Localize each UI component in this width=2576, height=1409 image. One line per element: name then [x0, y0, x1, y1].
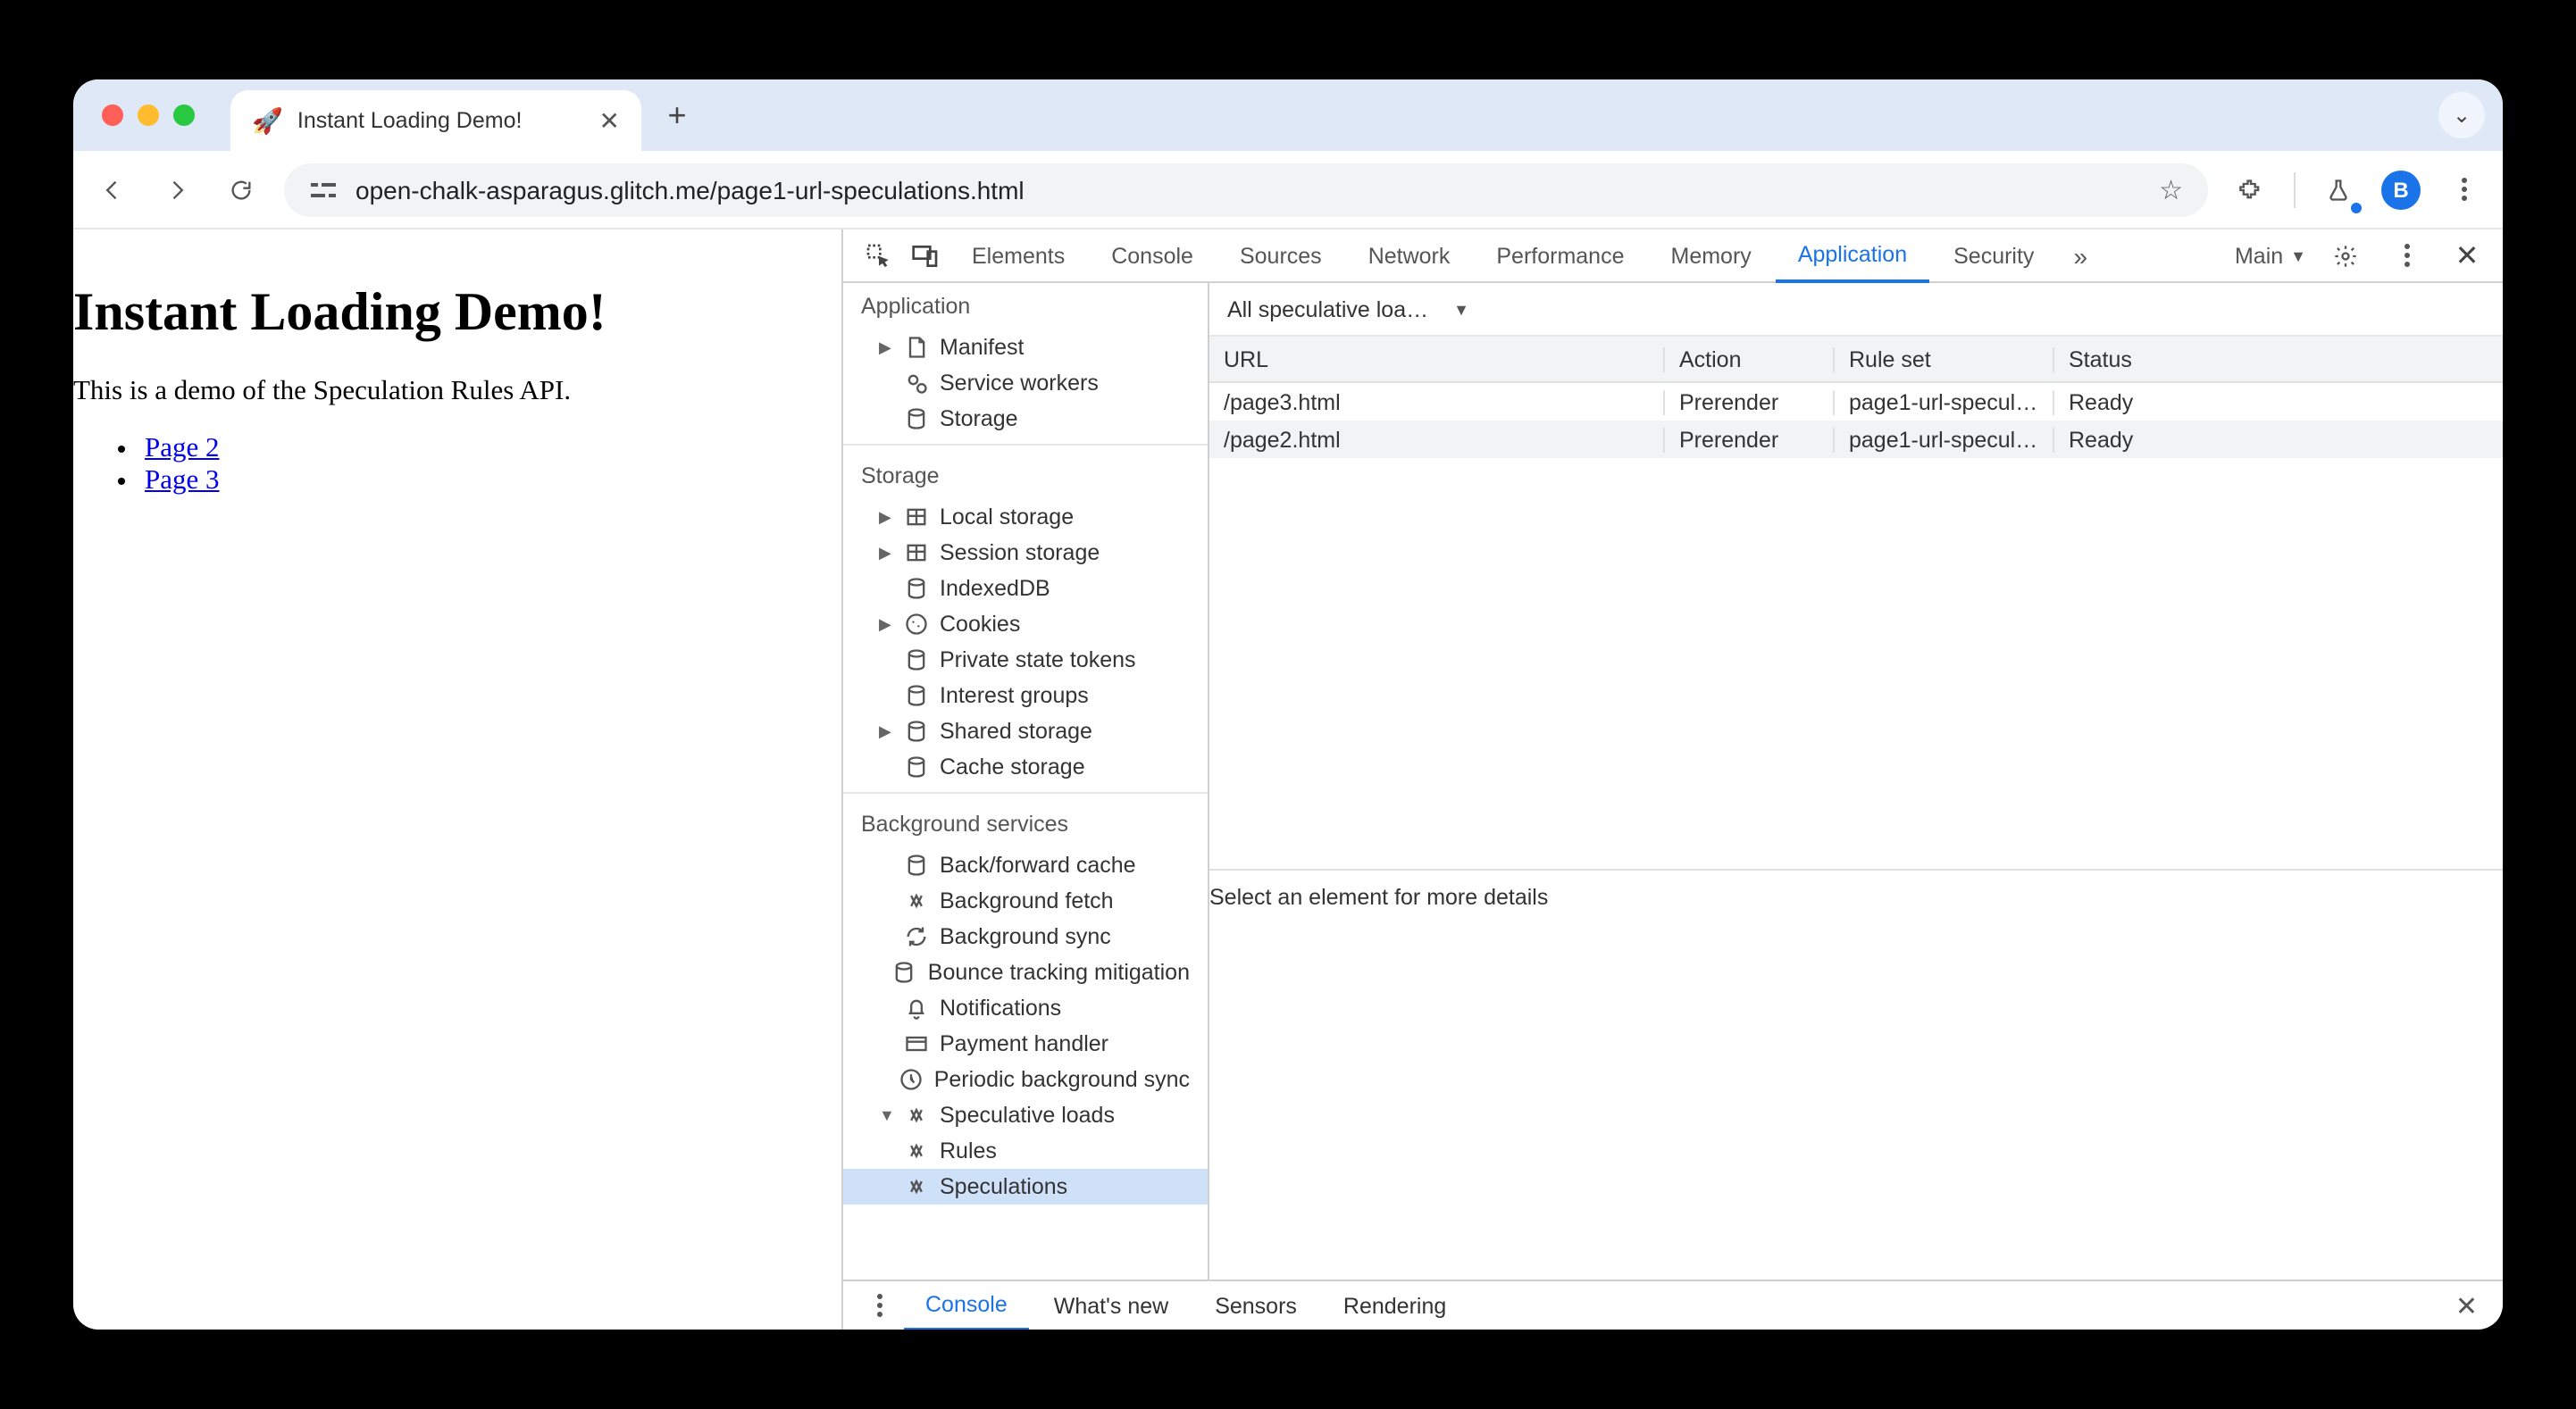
sidebar-item-notifications[interactable]: Notifications: [843, 990, 1208, 1026]
speculations-toolbar: All speculative loa… ▼: [1209, 283, 2503, 337]
sidebar-item-cache-storage[interactable]: Cache storage: [843, 749, 1208, 785]
target-selector[interactable]: Main ▼: [2235, 243, 2306, 268]
detail-hint: Select an element for more details: [1209, 869, 2503, 924]
sidebar-item-session-storage[interactable]: ▶Session storage: [843, 535, 1208, 571]
rocket-icon: 🚀: [252, 105, 283, 136]
drawer-kebab-icon[interactable]: [857, 1284, 900, 1327]
devtools-tab-application[interactable]: Application: [1777, 230, 1928, 282]
content-area: Instant Loading Demo! This is a demo of …: [73, 229, 2503, 1330]
page-paragraph: This is a demo of the Speculation Rules …: [73, 376, 841, 408]
page-heading: Instant Loading Demo!: [73, 283, 841, 344]
devtools-tab-memory[interactable]: Memory: [1650, 229, 1773, 281]
reload-button[interactable]: [220, 168, 263, 211]
close-window-button[interactable]: [102, 104, 123, 126]
speculations-table: URL Action Rule set Status /page3.html P…: [1209, 337, 2503, 458]
table-row[interactable]: /page2.html Prerender page1-url-specul… …: [1209, 421, 2503, 458]
browser-tab[interactable]: 🚀 Instant Loading Demo! ✕: [230, 90, 641, 151]
devtools-close-icon[interactable]: ✕: [2446, 234, 2488, 277]
page-link[interactable]: Page 2: [145, 433, 220, 463]
sidebar-item-manifest[interactable]: ▶Manifest: [843, 329, 1208, 365]
sidebar-item-private-state-tokens[interactable]: Private state tokens: [843, 642, 1208, 678]
divider: [2294, 171, 2296, 207]
speculations-filter-dropdown[interactable]: All speculative loa… ▼: [1227, 296, 1469, 321]
url-text: open-chalk-asparagus.glitch.me/page1-url…: [355, 175, 1025, 204]
section-application: Application: [843, 283, 1208, 329]
sidebar-item-cookies[interactable]: ▶Cookies: [843, 606, 1208, 642]
window-controls: [102, 104, 195, 126]
profile-avatar[interactable]: B: [2381, 170, 2421, 209]
settings-gear-icon[interactable]: [2324, 234, 2367, 277]
devtools-tab-elements[interactable]: Elements: [950, 229, 1086, 281]
sidebar-item-rules[interactable]: Rules: [843, 1133, 1208, 1169]
drawer-tab-console[interactable]: Console: [904, 1282, 1029, 1330]
browser-chrome: 🚀 Instant Loading Demo! ✕ + ⌄ open-chalk…: [73, 79, 2503, 229]
menu-kebab-icon[interactable]: [2442, 168, 2485, 211]
sidebar-item-background-fetch[interactable]: Background fetch: [843, 883, 1208, 919]
sidebar-item-bfcache[interactable]: Back/forward cache: [843, 847, 1208, 883]
sidebar-item-shared-storage[interactable]: ▶Shared storage: [843, 713, 1208, 749]
section-background: Background services: [843, 801, 1208, 847]
devtools-tab-network[interactable]: Network: [1347, 229, 1472, 281]
drawer-close-icon[interactable]: ✕: [2445, 1289, 2488, 1321]
sidebar-item-speculative-loads[interactable]: ▼Speculative loads: [843, 1097, 1208, 1133]
device-toggle-icon[interactable]: [904, 234, 947, 277]
bookmark-star-icon[interactable]: ☆: [2159, 173, 2183, 205]
drawer-tab-whatsnew[interactable]: What's new: [1033, 1281, 1190, 1330]
inspect-icon[interactable]: [857, 234, 900, 277]
col-status[interactable]: Status: [2054, 346, 2503, 371]
sidebar-item-storage[interactable]: Storage: [843, 401, 1208, 437]
devtools-tab-bar: Elements Console Sources Network Perform…: [843, 229, 2503, 283]
devtools-tab-security[interactable]: Security: [1932, 229, 2055, 281]
table-header: URL Action Rule set Status: [1209, 337, 2503, 383]
sidebar-item-periodic-sync[interactable]: Periodic background sync: [843, 1062, 1208, 1097]
browser-window: 🚀 Instant Loading Demo! ✕ + ⌄ open-chalk…: [73, 79, 2503, 1330]
sidebar-item-indexeddb[interactable]: IndexedDB: [843, 571, 1208, 606]
drawer-tab-sensors[interactable]: Sensors: [1193, 1281, 1318, 1330]
devtools-panel: Elements Console Sources Network Perform…: [841, 229, 2503, 1330]
extensions-icon[interactable]: [2229, 168, 2272, 211]
sidebar-item-speculations[interactable]: Speculations: [843, 1169, 1208, 1205]
col-action[interactable]: Action: [1665, 346, 1835, 371]
toolbar-right: B: [2229, 168, 2485, 211]
more-tabs-icon[interactable]: »: [2059, 241, 2102, 270]
sidebar-item-interest-groups[interactable]: Interest groups: [843, 678, 1208, 713]
application-sidebar: Application ▶Manifest Service workers St…: [843, 283, 1209, 1280]
devtools-kebab-icon[interactable]: [2385, 234, 2428, 277]
back-button[interactable]: [91, 168, 134, 211]
chevron-down-icon[interactable]: ⌄: [2438, 92, 2485, 138]
col-ruleset[interactable]: Rule set: [1835, 346, 2054, 371]
minimize-window-button[interactable]: [138, 104, 159, 126]
forward-button[interactable]: [155, 168, 198, 211]
devtools-main: All speculative loa… ▼ URL Action Rule s…: [1209, 283, 2503, 1280]
section-storage: Storage: [843, 453, 1208, 499]
sidebar-item-background-sync[interactable]: Background sync: [843, 919, 1208, 955]
labs-icon[interactable]: [2317, 168, 2360, 211]
new-tab-button[interactable]: +: [652, 90, 702, 140]
col-url[interactable]: URL: [1209, 346, 1665, 371]
devtools-tab-performance[interactable]: Performance: [1475, 229, 1645, 281]
sidebar-item-bounce-tracking[interactable]: Bounce tracking mitigation: [843, 955, 1208, 990]
devtools-body: Application ▶Manifest Service workers St…: [843, 283, 2503, 1280]
site-settings-icon[interactable]: [309, 177, 338, 202]
sidebar-item-payment-handler[interactable]: Payment handler: [843, 1026, 1208, 1062]
sidebar-item-local-storage[interactable]: ▶Local storage: [843, 499, 1208, 535]
page-link-list: Page 2 Page 3: [73, 433, 841, 497]
table-row[interactable]: /page3.html Prerender page1-url-specul… …: [1209, 383, 2503, 421]
maximize-window-button[interactable]: [173, 104, 195, 126]
devtools-tab-console[interactable]: Console: [1090, 229, 1215, 281]
devtools-tab-sources[interactable]: Sources: [1218, 229, 1343, 281]
page-link[interactable]: Page 3: [145, 465, 220, 496]
address-bar: open-chalk-asparagus.glitch.me/page1-url…: [73, 151, 2503, 229]
close-tab-icon[interactable]: ✕: [599, 105, 620, 136]
url-input[interactable]: open-chalk-asparagus.glitch.me/page1-url…: [284, 163, 2208, 216]
tab-strip: 🚀 Instant Loading Demo! ✕ + ⌄: [73, 79, 2503, 151]
drawer-tab-rendering[interactable]: Rendering: [1322, 1281, 1468, 1330]
devtools-drawer: Console What's new Sensors Rendering ✕: [843, 1280, 2503, 1330]
tab-title: Instant Loading Demo!: [297, 108, 523, 133]
page-body: Instant Loading Demo! This is a demo of …: [73, 229, 841, 1330]
sidebar-item-service-workers[interactable]: Service workers: [843, 365, 1208, 401]
